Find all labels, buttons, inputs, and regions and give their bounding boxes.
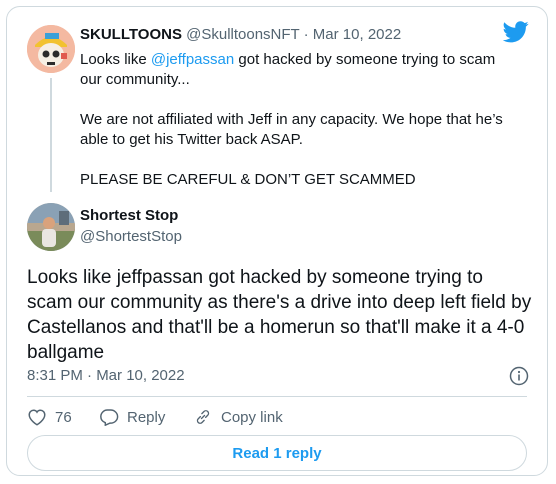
quoted-tweet-header: SKULLTOONS @SkulltoonsNFT · Mar 10, 2022	[80, 25, 401, 45]
copy-link-label: Copy link	[221, 408, 283, 426]
reply-author-handle[interactable]: @ShortestStop	[80, 227, 182, 247]
copy-link-button[interactable]: Copy link	[193, 407, 283, 427]
reply-button[interactable]: Reply	[99, 407, 165, 427]
divider	[27, 396, 527, 397]
shortest-stop-avatar[interactable]	[27, 203, 75, 251]
reply-timestamp[interactable]: 8:31 PM · Mar 10, 2022	[27, 366, 185, 386]
reply-tweet-text: Looks like jeffpassan got hacked by some…	[27, 267, 532, 363]
like-count: 76	[55, 408, 72, 426]
skulltoons-avatar[interactable]	[27, 25, 75, 73]
header-separator: ·	[303, 26, 309, 43]
read-replies-button[interactable]: Read 1 reply	[27, 435, 527, 471]
thread-connector-line	[50, 78, 52, 192]
quoted-author-name[interactable]: SKULLTOONS	[80, 26, 182, 43]
reply-bubble-icon	[100, 409, 119, 426]
like-button[interactable]: 76	[27, 407, 72, 427]
quoted-tweet-date[interactable]: Mar 10, 2022	[313, 26, 401, 43]
twitter-bird-icon[interactable]	[503, 21, 529, 43]
quoted-tweet-text: Looks like @jeffpassan got hacked by som…	[80, 50, 520, 190]
link-icon	[196, 410, 210, 424]
quoted-author-handle[interactable]: @SkulltoonsNFT	[186, 26, 299, 43]
reply-author-name[interactable]: Shortest Stop	[80, 206, 178, 226]
quoted-text-rest: got hacked by someone trying to scam our…	[80, 51, 503, 188]
tweet-card: SKULLTOONS @SkulltoonsNFT · Mar 10, 2022…	[6, 6, 548, 476]
heart-icon	[28, 409, 46, 426]
reply-label: Reply	[127, 408, 166, 426]
mention-link[interactable]: @jeffpassan	[151, 51, 234, 68]
info-icon[interactable]	[509, 366, 529, 386]
quoted-text-start: Looks like	[80, 51, 151, 68]
